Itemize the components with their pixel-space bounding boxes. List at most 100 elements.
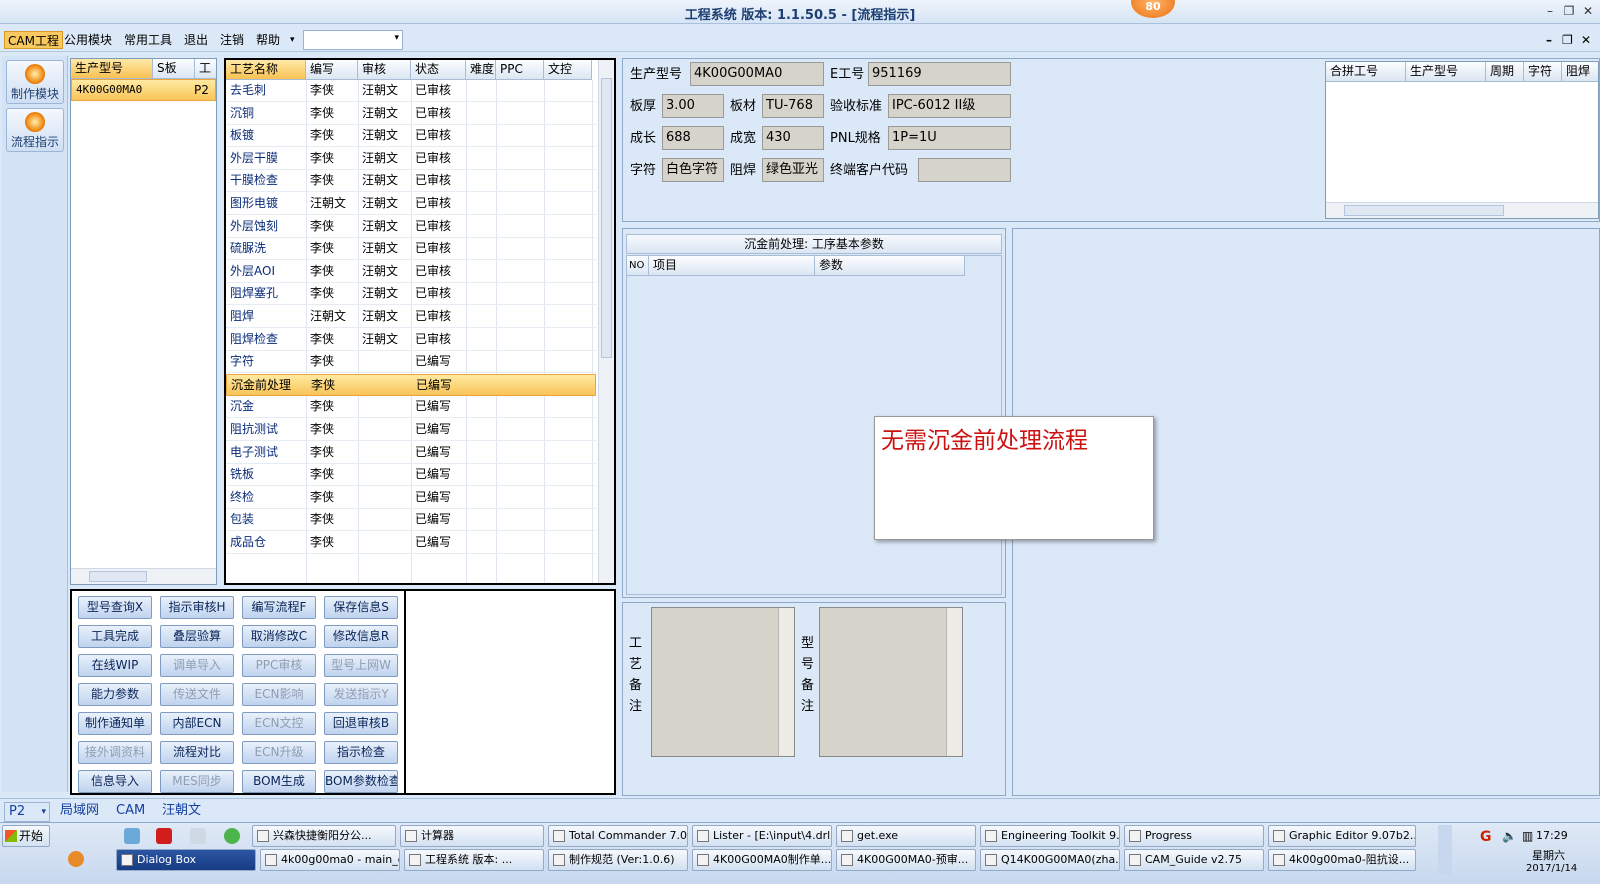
function-button-2-2[interactable]: PPC审核 (242, 654, 316, 677)
function-button-5-3[interactable]: 指示检查 (324, 741, 398, 764)
column-header-item[interactable]: 项目 (649, 256, 815, 276)
table-row[interactable]: 外层蚀刻 李侠 汪朝文 已审核 (226, 216, 596, 238)
function-button-5-2[interactable]: ECN升级 (242, 741, 316, 764)
thickness-field[interactable]: 3.00 (662, 94, 724, 118)
function-button-3-1[interactable]: 传送文件 (160, 683, 234, 706)
app-icon[interactable] (68, 851, 84, 867)
taskbar-item[interactable]: Graphic Editor 9.07b2... (1268, 825, 1416, 847)
menu-exit[interactable]: 退出 (181, 31, 211, 49)
taskbar-item[interactable]: 计算器 (400, 825, 544, 847)
function-button-0-2[interactable]: 编写流程F (242, 596, 316, 619)
pnl-field[interactable]: 1P=1U (888, 126, 1011, 150)
function-button-4-1[interactable]: 内部ECN (160, 712, 234, 735)
menu-logout[interactable]: 注销 (217, 31, 247, 49)
column-header-no[interactable]: NO (627, 256, 649, 276)
e-no-field[interactable]: 951169 (868, 62, 1011, 86)
column-header-doc-control[interactable]: 文控 (544, 60, 592, 80)
taskbar-item[interactable]: 兴森快捷衡阳分公... (252, 825, 396, 847)
mdi-minimize-button[interactable]: – (1546, 33, 1552, 47)
menu-common-tools[interactable]: 常用工具 (121, 31, 175, 49)
vertical-scrollbar[interactable] (778, 608, 794, 756)
start-button[interactable]: 开始 (2, 825, 50, 847)
close-button[interactable]: ✕ (1579, 3, 1597, 19)
network-icon[interactable]: ▥ (1522, 829, 1533, 843)
table-row[interactable]: 外层干膜 李侠 汪朝文 已审核 (226, 148, 596, 170)
model-field[interactable]: 4K00G00MA0 (690, 62, 824, 86)
function-button-5-1[interactable]: 流程对比 (160, 741, 234, 764)
column-header-model[interactable]: 生产型号 (71, 59, 153, 79)
restore-button[interactable]: ❐ (1560, 3, 1578, 19)
table-row[interactable]: 沉铜 李侠 汪朝文 已审核 (226, 103, 596, 125)
function-button-0-3[interactable]: 保存信息S (324, 596, 398, 619)
function-button-6-3[interactable]: BOM参数检查 (324, 770, 398, 793)
table-row[interactable]: 硫脲洗 李侠 汪朝文 已审核 (226, 238, 596, 261)
table-row[interactable]: 去毛刺 李侠 汪朝文 已审核 (226, 80, 596, 102)
taskbar-item[interactable]: get.exe (836, 825, 976, 847)
tray-app-icon[interactable]: G (1480, 829, 1492, 845)
column-header-combine-no[interactable]: 合拼工号 (1326, 62, 1406, 82)
app-icon[interactable] (124, 828, 140, 844)
taskbar-item[interactable]: 制作规范 (Ver:1.0.6) (548, 849, 688, 871)
function-button-4-2[interactable]: ECN文控 (242, 712, 316, 735)
table-row[interactable]: 外层AOI 李侠 汪朝文 已审核 (226, 261, 596, 283)
minimize-button[interactable]: – (1541, 3, 1559, 19)
taskbar-item[interactable]: Lister - [E:\input\4.drl] (692, 825, 832, 847)
standard-field[interactable]: IPC-6012 II级 (888, 94, 1011, 118)
table-row[interactable]: 沉金 李侠 已编写 (226, 396, 596, 419)
function-button-3-0[interactable]: 能力参数 (78, 683, 152, 706)
browser-icon[interactable] (224, 828, 240, 844)
menu-cam-project[interactable]: CAM工程 (4, 31, 63, 49)
table-row[interactable]: 图形电镀 汪朝文 汪朝文 已审核 (226, 193, 596, 215)
taskbar-item[interactable]: 工程系统 版本: ... (404, 849, 544, 871)
silkscreen-field[interactable]: 白色字符 (662, 158, 724, 182)
function-button-2-1[interactable]: 调单导入 (160, 654, 234, 677)
vertical-scrollbar[interactable] (598, 60, 614, 583)
function-button-1-3[interactable]: 修改信息R (324, 625, 398, 648)
length-field[interactable]: 688 (662, 126, 724, 150)
vertical-scrollbar[interactable] (946, 608, 962, 756)
function-button-6-1[interactable]: MES同步 (160, 770, 234, 793)
taskbar-item[interactable]: 4k00g00ma0 - main_qa (260, 849, 400, 871)
taskbar-item[interactable]: 4K00G00MA0-预审... (836, 849, 976, 871)
column-header-s-board[interactable]: S板 (153, 59, 195, 79)
table-row[interactable]: 电子测试 李侠 已编写 (226, 442, 596, 464)
taskbar-item[interactable]: 4k00g00ma0-阻抗设... (1268, 849, 1416, 871)
column-header-author[interactable]: 编写 (306, 60, 358, 80)
menu-common-modules[interactable]: 公用模块 (61, 31, 115, 49)
pdf-icon[interactable] (156, 828, 172, 844)
table-row[interactable]: 成品仓 李侠 已编写 (226, 532, 596, 554)
function-button-4-0[interactable]: 制作通知单 (78, 712, 152, 735)
column-header-cycle[interactable]: 周期 (1486, 62, 1524, 82)
taskbar-item[interactable]: Q14K00G00MA0(zha... (980, 849, 1120, 871)
horizontal-scrollbar[interactable] (71, 568, 216, 584)
function-button-0-1[interactable]: 指示审核H (160, 596, 234, 619)
column-header-reviewer[interactable]: 审核 (358, 60, 411, 80)
column-header-factory[interactable]: 工厂 (195, 59, 216, 94)
table-row[interactable]: 阻焊检查 李侠 汪朝文 已审核 (226, 329, 596, 351)
sidebar-item-process-guide[interactable]: 流程指示 (6, 108, 64, 152)
table-row[interactable]: 字符 李侠 已编写 (226, 351, 596, 374)
process-remark-textarea[interactable] (651, 607, 795, 757)
column-header-model[interactable]: 生产型号 (1406, 62, 1486, 82)
function-button-1-0[interactable]: 工具完成 (78, 625, 152, 648)
plant-selector[interactable]: P2 ▾ (4, 802, 50, 822)
column-header-status[interactable]: 状态 (411, 60, 466, 80)
material-field[interactable]: TU-768 (762, 94, 824, 118)
table-row[interactable]: 4K00G00MA0 P2 (71, 79, 216, 101)
column-header-ppc[interactable]: PPC (496, 60, 544, 80)
table-row[interactable]: 阻焊 汪朝文 汪朝文 已审核 (226, 306, 596, 328)
table-row[interactable]: 干膜检查 李侠 汪朝文 已审核 (226, 170, 596, 193)
width-field[interactable]: 430 (762, 126, 824, 150)
taskbar-item[interactable]: Total Commander 7.0... (548, 825, 688, 847)
chevron-down-icon[interactable]: ▾ (287, 31, 298, 49)
function-button-3-2[interactable]: ECN影响 (242, 683, 316, 706)
function-button-2-0[interactable]: 在线WIP (78, 654, 152, 677)
function-button-3-3[interactable]: 发送指示Y (324, 683, 398, 706)
customer-code-field[interactable] (918, 158, 1011, 182)
function-button-5-0[interactable]: 接外调资料 (78, 741, 152, 764)
table-row[interactable]: 板镀 李侠 汪朝文 已审核 (226, 125, 596, 148)
function-button-1-2[interactable]: 取消修改C (242, 625, 316, 648)
column-header-difficulty[interactable]: 难度 (466, 60, 496, 80)
column-header-process-name[interactable]: 工艺名称 (226, 60, 306, 80)
taskbar-item[interactable]: Progress (1124, 825, 1264, 847)
